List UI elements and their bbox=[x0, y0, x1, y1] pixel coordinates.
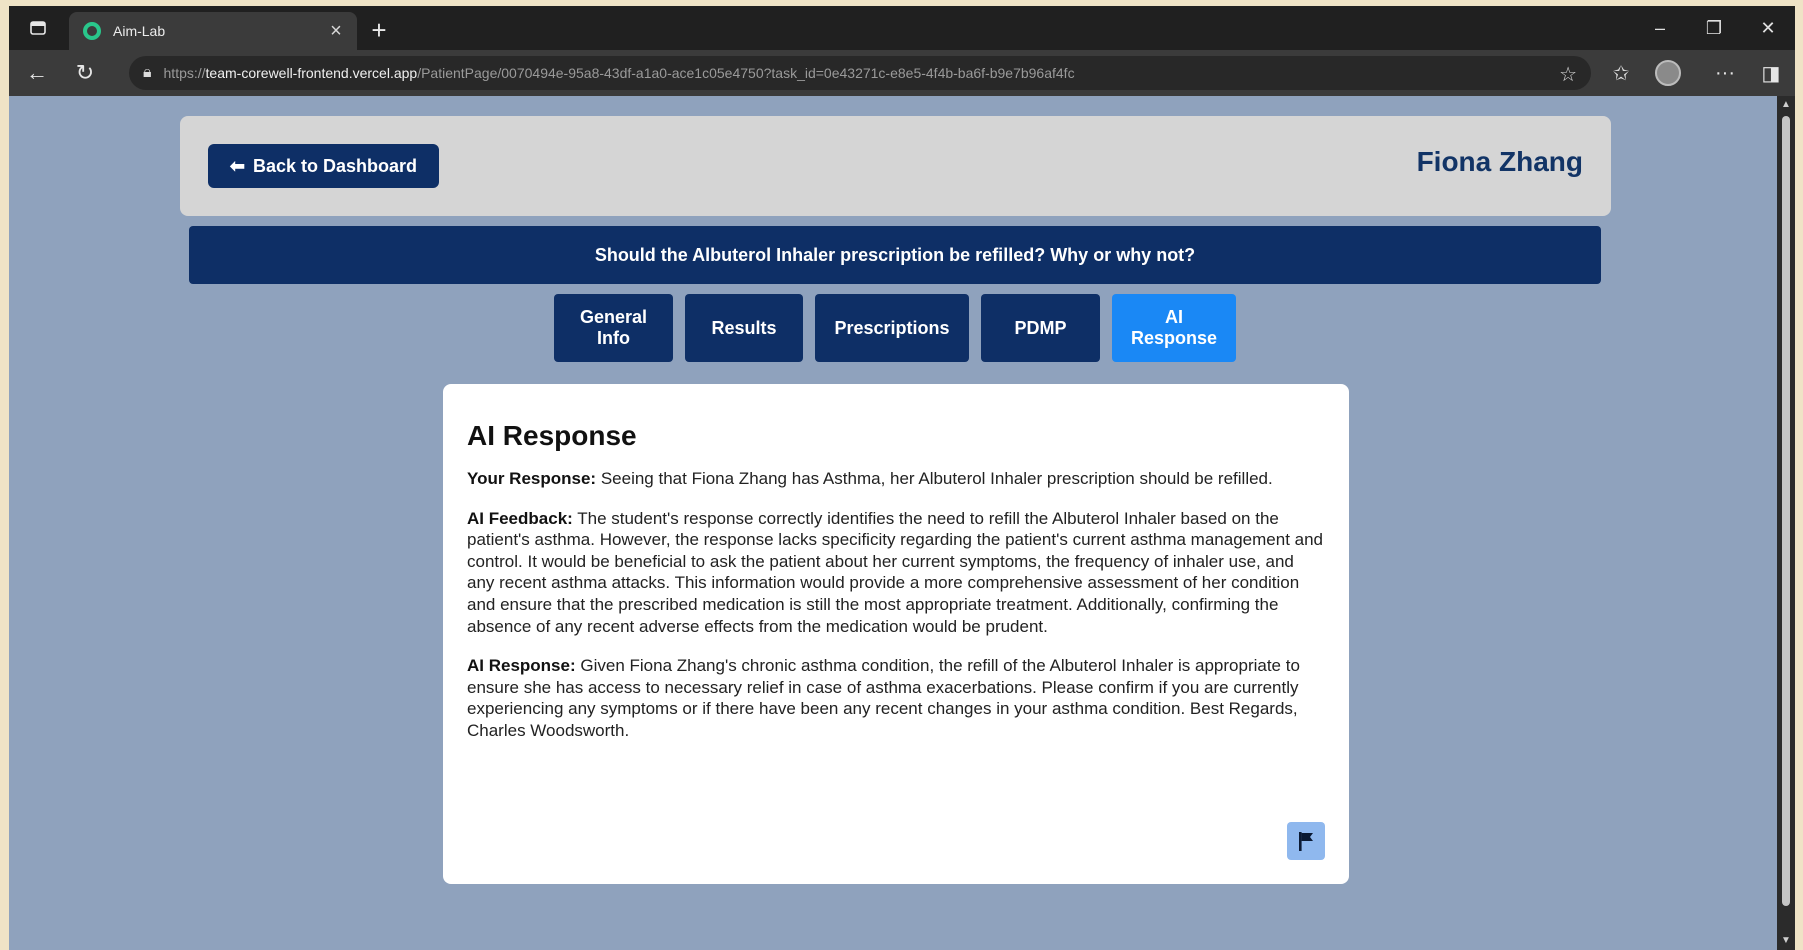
ai-feedback-paragraph: AI Feedback: The student's response corr… bbox=[467, 508, 1325, 638]
tab-label-line1: AI bbox=[1165, 307, 1183, 327]
scroll-down-icon[interactable]: ▼ bbox=[1781, 936, 1791, 946]
arrow-left-icon: ⬅ bbox=[229, 155, 246, 176]
tab-ai-response[interactable]: AI Response bbox=[1112, 294, 1236, 362]
flag-button[interactable] bbox=[1287, 822, 1325, 860]
question-text: Should the Albuterol Inhaler prescriptio… bbox=[594, 244, 1196, 265]
page-scrollbar[interactable]: ▲ ▼ bbox=[1777, 96, 1795, 950]
tab-label: PDMP bbox=[1014, 317, 1067, 338]
ai-response-paragraph: AI Response: Given Fiona Zhang's chronic… bbox=[467, 655, 1325, 741]
your-response-paragraph: Your Response: Seeing that Fiona Zhang h… bbox=[467, 468, 1325, 490]
task-question: Should the Albuterol Inhaler prescriptio… bbox=[189, 226, 1601, 284]
patient-tabs: General Info Results Prescriptions PDMP A… bbox=[9, 294, 1777, 362]
card-title: AI Response bbox=[467, 420, 637, 451]
tab-label-line1: General bbox=[579, 307, 648, 327]
back-button-label: Back to Dashboard bbox=[253, 155, 418, 176]
tab-label-line2: Info bbox=[596, 328, 630, 348]
page-viewport: ⬅ Back to Dashboard Fiona Zhang Should t… bbox=[9, 96, 1777, 950]
tab-prescriptions[interactable]: Prescriptions bbox=[815, 294, 969, 362]
tab-label-line2: Response bbox=[1130, 328, 1218, 348]
back-to-dashboard-button[interactable]: ⬅ Back to Dashboard bbox=[208, 144, 439, 188]
ai-response-card: AI Response Your Response: Seeing that F… bbox=[443, 384, 1349, 884]
tab-label: Results bbox=[711, 317, 777, 338]
tab-results[interactable]: Results bbox=[685, 294, 803, 362]
flag-icon bbox=[1299, 832, 1313, 851]
scroll-thumb[interactable] bbox=[1782, 116, 1790, 906]
ai-feedback-label: AI Feedback: bbox=[467, 508, 573, 528]
tab-pdmp[interactable]: PDMP bbox=[981, 294, 1100, 362]
patient-header: ⬅ Back to Dashboard Fiona Zhang bbox=[180, 116, 1611, 216]
patient-name: Fiona Zhang bbox=[1416, 146, 1583, 177]
tab-label: Prescriptions bbox=[834, 317, 950, 338]
scroll-up-icon[interactable]: ▲ bbox=[1781, 100, 1791, 110]
ai-response-text: Given Fiona Zhang's chronic asthma condi… bbox=[467, 656, 1300, 740]
your-response-text: Seeing that Fiona Zhang has Asthma, her … bbox=[600, 469, 1273, 488]
ai-feedback-text: The student's response correctly identif… bbox=[467, 508, 1324, 636]
your-response-label: Your Response: bbox=[467, 469, 597, 488]
ai-response-label: AI Response: bbox=[467, 656, 576, 676]
tab-general-info[interactable]: General Info bbox=[554, 294, 673, 362]
